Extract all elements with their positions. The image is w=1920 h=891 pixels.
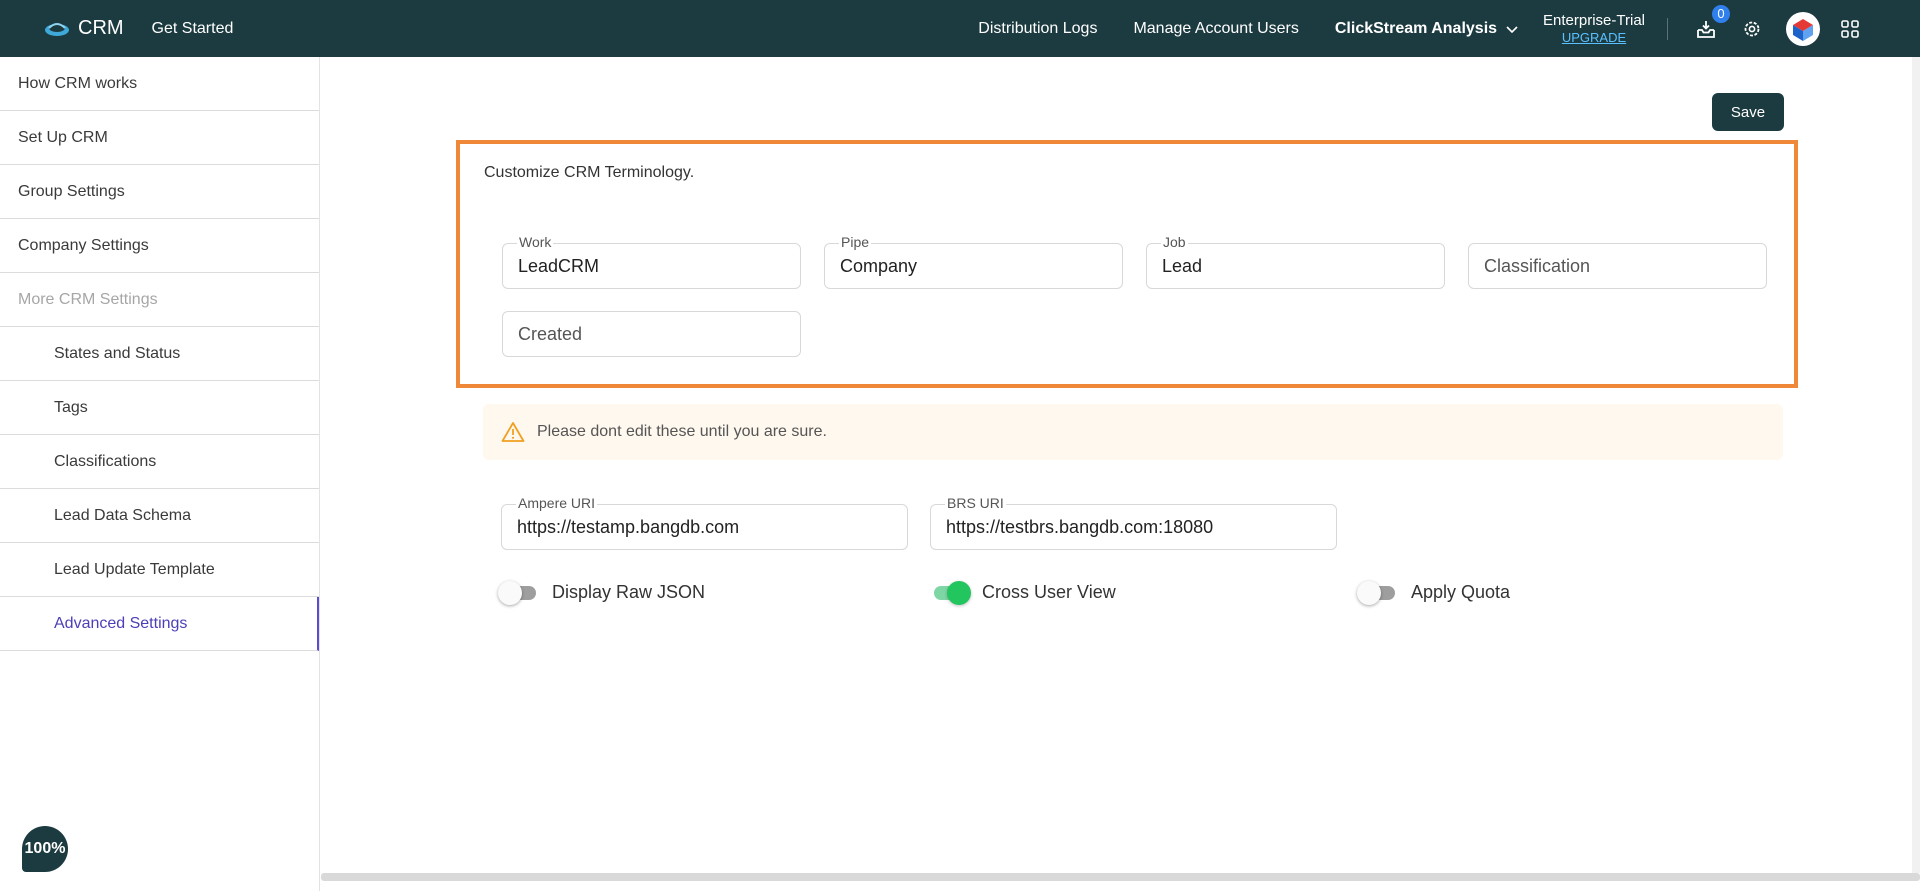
ampere-uri-input[interactable] (502, 505, 907, 549)
sidebar: How CRM works Set Up CRM Group Settings … (0, 57, 320, 891)
plan-info: Enterprise-Trial UPGRADE (1543, 12, 1645, 46)
manage-account-users-link[interactable]: Manage Account Users (1133, 20, 1298, 38)
sidebar-item-company-settings[interactable]: Company Settings (0, 219, 319, 273)
sidebar-item-classifications[interactable]: Classifications (0, 435, 319, 489)
term-input-classification[interactable] (1469, 244, 1766, 288)
toggle-label: Display Raw JSON (552, 581, 706, 602)
term-field-work[interactable]: Work (502, 234, 801, 289)
crm-logo-icon (45, 22, 69, 36)
sidebar-item-states-and-status[interactable]: States and Status (0, 327, 319, 381)
terminology-title: Customize CRM Terminology. (484, 164, 695, 181)
main-content: Save Customize CRM Terminology. Work Pip… (321, 57, 1920, 891)
distribution-logs-link[interactable]: Distribution Logs (978, 20, 1097, 38)
gear-icon (1744, 21, 1760, 36)
horizontal-scrollbar[interactable] (321, 873, 1920, 881)
divider (1667, 17, 1668, 40)
brand[interactable]: CRM (44, 17, 124, 40)
sidebar-item-lead-data-schema[interactable]: Lead Data Schema (0, 489, 319, 543)
sidebar-item-how-crm-works[interactable]: How CRM works (0, 57, 319, 111)
warning-icon (501, 422, 525, 442)
toggle-display-raw-json: Display Raw JSON (498, 580, 706, 605)
warning-banner: Please dont edit these until you are sur… (483, 404, 1783, 460)
chevron-down-icon[interactable] (1505, 22, 1519, 36)
toggle-label: Cross User View (982, 581, 1116, 602)
brs-uri-field[interactable]: BRS URI (930, 495, 1337, 550)
sidebar-item-set-up-crm[interactable]: Set Up CRM (0, 111, 319, 165)
ampere-uri-field[interactable]: Ampere URI (501, 495, 908, 550)
brs-uri-input[interactable] (931, 505, 1336, 549)
terminology-panel: Customize CRM Terminology. Work Pipe Job (456, 140, 1798, 388)
toggle-cross-user-view: Cross User View (928, 580, 1116, 605)
top-bar: CRM Get Started Distribution Logs Manage… (0, 0, 1920, 57)
vertical-scrollbar[interactable] (1912, 57, 1920, 873)
zoom-level-badge[interactable]: 100% (22, 826, 68, 872)
avatar[interactable] (1786, 11, 1820, 46)
sidebar-item-more-crm-settings[interactable]: More CRM Settings (0, 273, 319, 327)
notifications-button[interactable]: 0 (1694, 2, 1732, 41)
brand-name: CRM (78, 17, 124, 39)
term-field-created[interactable] (502, 311, 801, 357)
apply-quota-switch[interactable] (1357, 580, 1397, 605)
toggle-label: Apply Quota (1411, 581, 1511, 602)
plan-name: Enterprise-Trial (1543, 11, 1645, 29)
cross-user-view-switch[interactable] (928, 580, 971, 605)
term-input-pipe[interactable] (825, 244, 1122, 288)
sidebar-item-group-settings[interactable]: Group Settings (0, 165, 319, 219)
sidebar-item-advanced-settings[interactable]: Advanced Settings (0, 597, 319, 651)
term-input-created[interactable] (503, 312, 800, 356)
toggle-apply-quota: Apply Quota (1357, 580, 1511, 605)
term-input-job[interactable] (1147, 244, 1444, 288)
term-field-job[interactable]: Job (1146, 234, 1445, 289)
display-raw-json-switch[interactable] (498, 580, 538, 605)
term-field-pipe[interactable]: Pipe (824, 234, 1123, 289)
apps-grid-icon[interactable] (1840, 19, 1860, 39)
notification-count-badge: 0 (1710, 2, 1732, 25)
sidebar-item-lead-update-template[interactable]: Lead Update Template (0, 543, 319, 597)
upgrade-link[interactable]: UPGRADE (1562, 29, 1626, 46)
save-button[interactable]: Save (1712, 93, 1784, 131)
warning-text: Please dont edit these until you are sur… (537, 423, 827, 440)
term-input-work[interactable] (503, 244, 800, 288)
term-field-classification[interactable] (1468, 243, 1767, 289)
get-started-link[interactable]: Get Started (152, 20, 234, 38)
clickstream-analysis-menu[interactable]: ClickStream Analysis (1335, 20, 1497, 38)
settings-button[interactable] (1740, 17, 1764, 41)
sidebar-item-tags[interactable]: Tags (0, 381, 319, 435)
